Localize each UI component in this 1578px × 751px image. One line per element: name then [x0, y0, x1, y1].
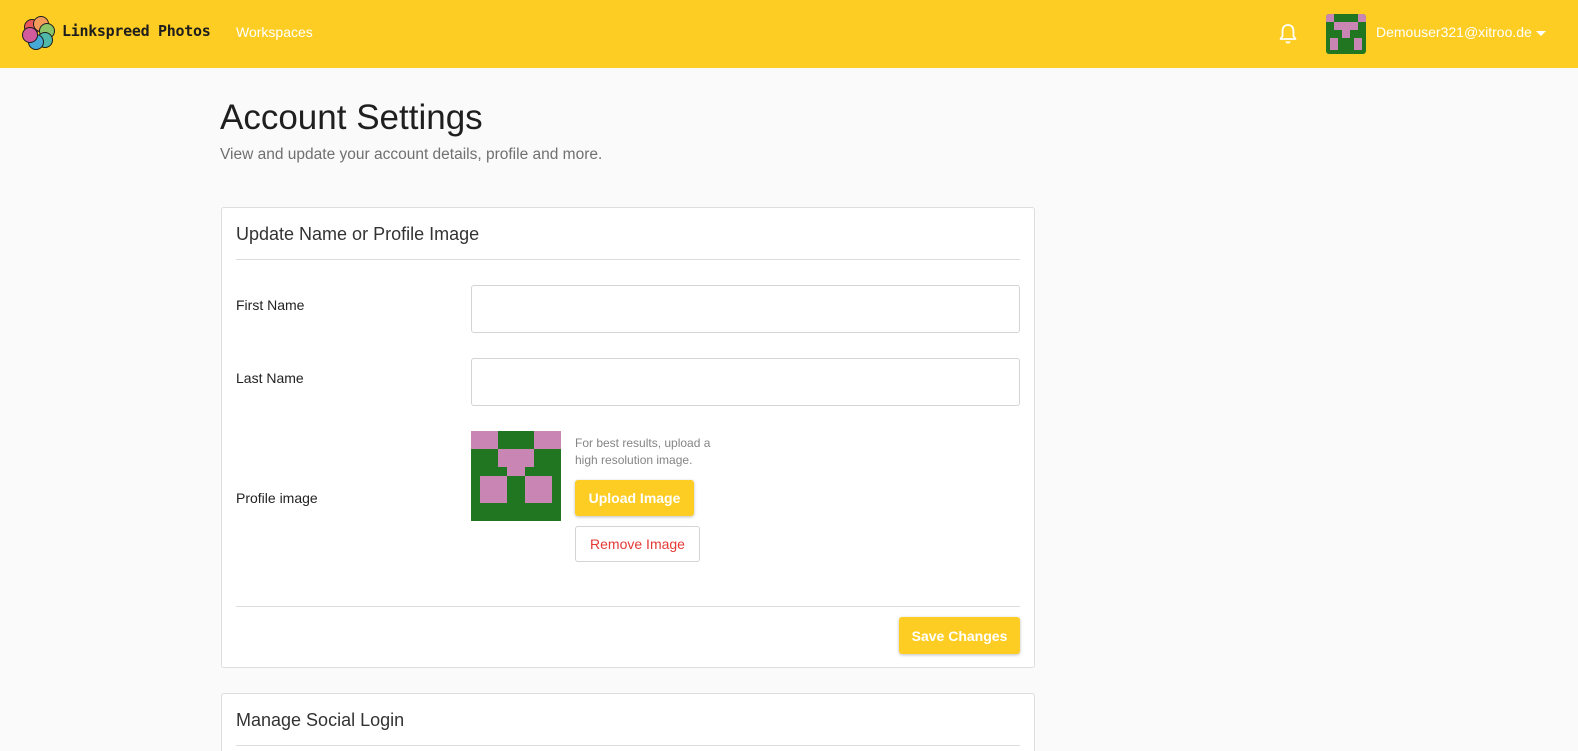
card-divider — [236, 259, 1020, 260]
upload-image-button[interactable]: Upload Image — [575, 480, 694, 516]
remove-image-button[interactable]: Remove Image — [575, 526, 700, 562]
nav-workspaces-link[interactable]: Workspaces — [236, 24, 313, 40]
user-email-menu[interactable]: Demouser321@xitroo.de — [1376, 24, 1532, 40]
profile-settings-card: Update Name or Profile Image First Name … — [221, 207, 1035, 668]
top-navbar: Linkspreed Photos Workspaces Demouser321… — [0, 0, 1578, 68]
profile-image-label: Profile image — [236, 490, 318, 506]
social-login-card: Manage Social Login — [221, 693, 1035, 751]
brand-name[interactable]: Linkspreed Photos — [62, 22, 211, 40]
user-avatar[interactable] — [1326, 14, 1366, 54]
save-changes-button[interactable]: Save Changes — [899, 617, 1020, 654]
upload-hint: For best results, upload a high resoluti… — [575, 436, 711, 467]
chevron-down-icon[interactable] — [1536, 31, 1546, 36]
profile-image-preview — [471, 431, 561, 521]
last-name-input[interactable] — [471, 358, 1020, 406]
first-name-label: First Name — [236, 297, 305, 313]
bell-icon[interactable] — [1278, 23, 1298, 45]
card-title: Update Name or Profile Image — [236, 224, 480, 244]
card-title: Manage Social Login — [236, 710, 405, 730]
page-title: Account Settings — [220, 98, 483, 137]
card-divider — [236, 745, 1020, 746]
first-name-input[interactable] — [471, 285, 1020, 333]
flower-logo-icon[interactable] — [21, 15, 57, 51]
page-subtitle: View and update your account details, pr… — [220, 146, 603, 163]
card-divider — [236, 606, 1020, 607]
last-name-label: Last Name — [236, 370, 304, 386]
